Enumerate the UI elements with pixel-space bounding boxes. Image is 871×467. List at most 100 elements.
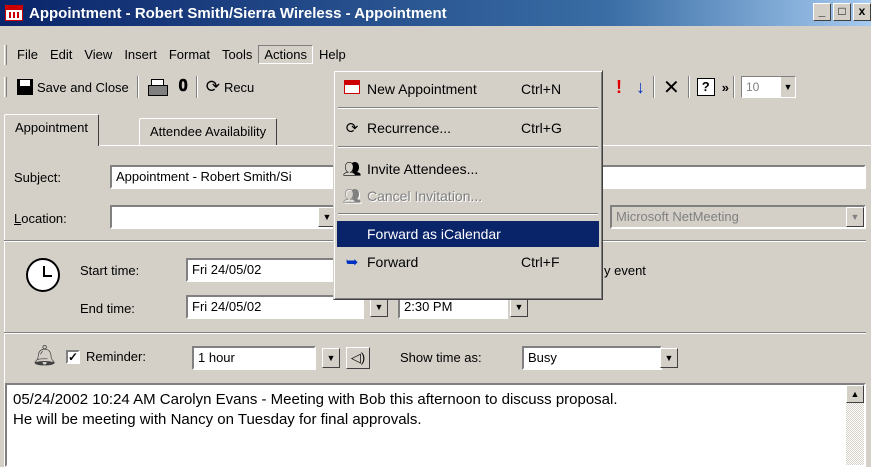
toolbar-grip[interactable] — [4, 77, 7, 97]
importance-low-button[interactable]: ↓ — [630, 75, 651, 99]
minimize-button[interactable]: _ — [813, 3, 831, 21]
subject-label: Subject: — [14, 170, 61, 185]
menu-item-label: Forward as iCalendar — [367, 226, 501, 242]
menu-view[interactable]: View — [78, 45, 118, 64]
delete-button[interactable]: ✕ — [657, 75, 686, 99]
print-button[interactable] — [141, 75, 173, 99]
show-time-as-label: Show time as: — [400, 350, 482, 365]
show-time-as-select[interactable]: Busy — [522, 346, 662, 370]
menu-item-new-appointment[interactable]: New Appointment Ctrl+N — [337, 76, 599, 102]
cancel-invitation-icon: 👥︎ — [342, 188, 362, 205]
new-appointment-icon — [344, 80, 360, 94]
menu-item-label: New Appointment — [367, 81, 477, 97]
recurrence-label: Recu — [223, 79, 255, 95]
toolbar-separator — [733, 76, 735, 98]
title-bar[interactable]: Appointment - Robert Smith/Sierra Wirele… — [0, 0, 871, 26]
forward-icon: ➥ — [345, 254, 359, 271]
show-time-as-dropdown-button[interactable]: ▼ — [660, 348, 678, 368]
close-button[interactable]: x — [853, 3, 871, 21]
notes-line: He will be meeting with Nancy on Tuesday… — [13, 411, 422, 428]
toolbar-separator — [687, 76, 690, 98]
menu-insert[interactable]: Insert — [118, 45, 163, 64]
notes-scrollbar[interactable]: ▲ — [846, 385, 864, 465]
menubar-grip[interactable] — [4, 44, 7, 65]
menu-item-label: Cancel Invitation... — [367, 188, 483, 204]
toolbar-separator — [136, 76, 139, 98]
actions-menu: New Appointment Ctrl+N ⟳ Recurrence... C… — [333, 70, 603, 300]
font-size-value: 10 — [746, 80, 760, 94]
location-label: Location: — [14, 211, 67, 226]
toolbar-right: ! ↓ ✕ ? » 10 ▼ — [608, 74, 796, 100]
scroll-up-arrow-icon[interactable]: ▲ — [846, 385, 864, 403]
menu-item-forward-as-icalendar[interactable]: Forward as iCalendar — [337, 221, 599, 247]
exclamation-icon: ! — [616, 76, 622, 97]
notes-textarea[interactable]: 05/24/2002 10:24 AM Carolyn Evans - Meet… — [5, 383, 866, 467]
menu-separator — [338, 107, 598, 109]
reminder-bell-icon: 🔔︎ — [32, 345, 58, 367]
font-size-select[interactable]: 10 ▼ — [741, 76, 796, 98]
save-icon — [17, 79, 33, 95]
menu-item-shortcut: Ctrl+G — [521, 120, 562, 136]
menu-item-forward[interactable]: ➥ Forward Ctrl+F — [337, 249, 599, 275]
window-title: Appointment - Robert Smith/Sierra Wirele… — [29, 4, 447, 22]
menu-item-label: Recurrence... — [367, 120, 452, 136]
location-input[interactable] — [110, 205, 350, 229]
reminder-checkbox[interactable]: ✓ — [66, 350, 80, 364]
menu-item-cancel-invitation[interactable]: 👥︎ Cancel Invitation... — [337, 183, 599, 209]
tab-attendee-availability[interactable]: Attendee Availability — [139, 118, 278, 146]
clock-icon — [26, 258, 60, 292]
menu-item-recurrence[interactable]: ⟳ Recurrence... Ctrl+G — [337, 115, 599, 141]
recurrence-icon: ⟳ — [345, 120, 359, 137]
menu-separator — [338, 213, 598, 215]
menu-help[interactable]: Help — [313, 45, 352, 64]
menu-item-label: Forward — [367, 254, 419, 270]
menu-separator — [338, 146, 598, 148]
menu-bar: File Edit View Insert Format Tools Actio… — [0, 42, 871, 67]
menu-item-shortcut: Ctrl+N — [521, 81, 562, 97]
save-and-close-label: Save and Close — [37, 79, 129, 95]
delete-x-icon: ✕ — [663, 76, 680, 99]
menu-format[interactable]: Format — [163, 45, 216, 64]
menu-tools[interactable]: Tools — [216, 45, 258, 64]
maximize-button[interactable]: □ — [833, 3, 851, 21]
all-day-event-label: y event — [604, 263, 646, 278]
speaker-icon: ◁) — [350, 350, 366, 365]
tab-appointment[interactable]: Appointment — [4, 114, 99, 146]
notes-line: 05/24/2002 10:24 AM Carolyn Evans - Meet… — [13, 391, 618, 408]
recurrence-icon: ⟳ — [205, 77, 220, 96]
printer-icon — [147, 79, 168, 96]
online-meeting-dropdown-button[interactable]: ▼ — [846, 207, 864, 227]
help-button[interactable]: ? — [692, 75, 720, 99]
end-date-dropdown-button[interactable]: ▼ — [370, 297, 388, 317]
toolbar-separator — [653, 76, 655, 98]
help-icon: ? — [696, 78, 715, 96]
end-time-label: End time: — [80, 301, 135, 316]
attach-file-button[interactable]: 𝟎 — [173, 75, 194, 99]
chevron-more-icon: » — [721, 79, 729, 95]
start-time-label: Start time: — [80, 263, 140, 278]
menu-file[interactable]: File — [11, 45, 44, 64]
save-and-close-button[interactable]: Save and Close — [11, 75, 135, 99]
menu-item-label: Invite Attendees... — [367, 161, 479, 177]
menu-item-shortcut: Ctrl+F — [521, 254, 560, 270]
end-time-dropdown-button[interactable]: ▼ — [510, 297, 528, 317]
toolbar-options-button[interactable]: » — [720, 75, 731, 99]
down-arrow-icon: ↓ — [636, 76, 645, 97]
reminder-select[interactable]: 1 hour — [192, 346, 316, 370]
invite-attendees-icon: 👥︎ — [342, 161, 362, 178]
appointment-icon — [5, 5, 23, 21]
paperclip-icon: 𝟎 — [178, 78, 188, 95]
reminder-dropdown-button[interactable]: ▼ — [322, 348, 340, 368]
recurrence-button[interactable]: ⟳ Recu — [200, 75, 261, 99]
menu-edit[interactable]: Edit — [44, 45, 78, 64]
menu-actions[interactable]: Actions — [258, 45, 313, 64]
toolbar-separator — [195, 76, 198, 98]
divider — [4, 332, 866, 334]
menu-item-invite-attendees[interactable]: 👥︎ Invite Attendees... — [337, 156, 599, 182]
importance-high-button[interactable]: ! — [608, 75, 630, 99]
start-date-input[interactable]: Fri 24/05/02 — [186, 258, 336, 282]
chevron-down-icon: ▼ — [781, 77, 795, 97]
online-meeting-select[interactable]: Microsoft NetMeeting — [610, 205, 866, 229]
reminder-sound-button[interactable]: ◁) — [346, 347, 370, 369]
reminder-label: Reminder: — [86, 349, 146, 364]
